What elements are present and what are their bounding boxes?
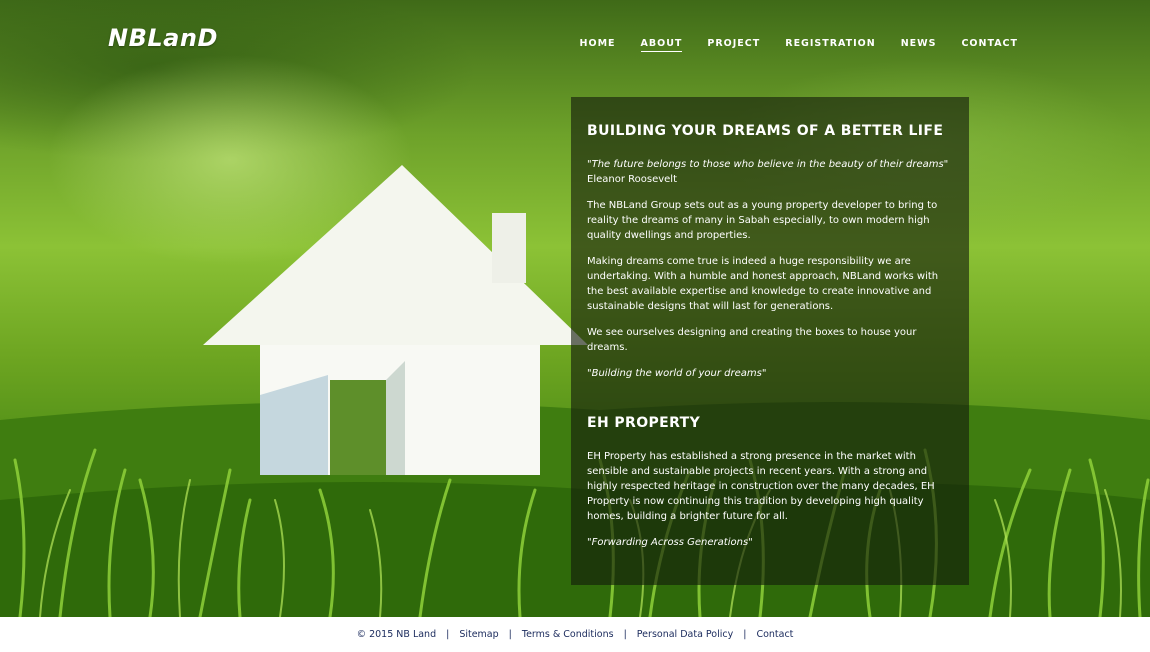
footer-link-contact[interactable]: Contact	[756, 629, 793, 640]
about-content-panel: BUILDING YOUR DREAMS OF A BETTER LIFE "T…	[571, 97, 969, 585]
footer: © 2015 NB Land | Sitemap | Terms & Condi…	[0, 617, 1150, 652]
footer-separator: |	[623, 629, 627, 640]
nav-about[interactable]: ABOUT	[640, 38, 683, 52]
footer-link-personal-data-policy[interactable]: Personal Data Policy	[637, 629, 733, 640]
roosevelt-quote: "The future belongs to those who believe…	[587, 159, 949, 170]
footer-separator: |	[743, 629, 747, 640]
footer-link-terms[interactable]: Terms & Conditions	[522, 629, 614, 640]
eh-property-heading: EH PROPERTY	[587, 415, 701, 431]
eh-property-paragraph: EH Property has established a strong pre…	[587, 451, 935, 522]
nav-contact[interactable]: CONTACT	[961, 38, 1018, 52]
nav-home[interactable]: HOME	[580, 38, 616, 52]
footer-copyright: © 2015 NB Land	[356, 629, 437, 640]
footer-link-sitemap[interactable]: Sitemap	[459, 629, 498, 640]
paper-house-image	[203, 165, 588, 475]
about-heading: BUILDING YOUR DREAMS OF A BETTER LIFE	[587, 123, 944, 139]
eh-property-tagline: "Forwarding Across Generations"	[587, 537, 753, 548]
nav-news[interactable]: NEWS	[901, 38, 937, 52]
footer-separator: |	[446, 629, 450, 640]
footer-separator: |	[508, 629, 512, 640]
nav-project[interactable]: PROJECT	[707, 38, 760, 52]
about-paragraph-2: Making dreams come true is indeed a huge…	[587, 256, 939, 312]
nbland-logo[interactable]: NBLanD	[108, 24, 218, 52]
about-paragraph-1: The NBLand Group sets out as a young pro…	[587, 200, 938, 241]
quote-author: Eleanor Roosevelt	[587, 174, 677, 185]
about-paragraph-3: We see ourselves designing and creating …	[587, 327, 917, 353]
main-nav: HOME ABOUT PROJECT REGISTRATION NEWS CON…	[555, 38, 1018, 52]
nav-registration[interactable]: REGISTRATION	[785, 38, 875, 52]
about-tagline: "Building the world of your dreams"	[587, 368, 767, 379]
